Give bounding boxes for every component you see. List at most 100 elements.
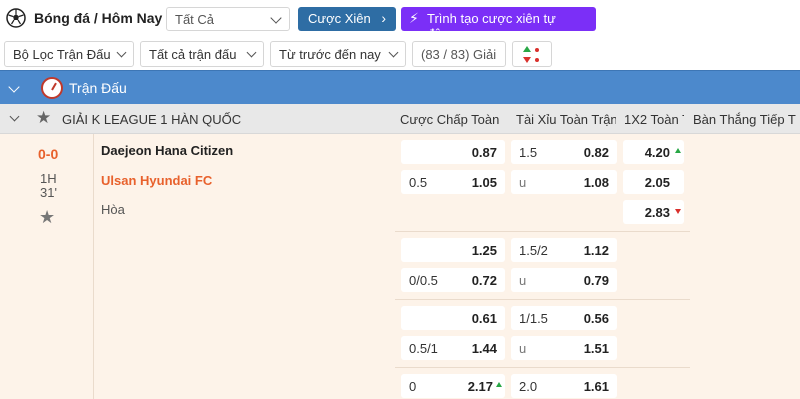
match-period: 1H — [40, 171, 57, 186]
odds-value: 2.05 — [644, 175, 670, 190]
chevron-down-icon — [246, 47, 257, 58]
parlay-button[interactable]: Cược Xiên › — [298, 7, 396, 31]
all-matches-label: Tất cả trận đấu — [149, 47, 237, 62]
odds-cell-under[interactable]: u 1.08 — [511, 170, 617, 194]
time-filter-label: Từ trước đến nay — [279, 47, 381, 62]
odds-down-arrow-icon — [675, 209, 681, 214]
odds-cell-over[interactable]: 1/1.5 0.56 — [511, 306, 617, 330]
odds-value: 0.79 — [583, 273, 609, 288]
odds-cell-1x2-home[interactable]: 4.20 — [623, 140, 684, 164]
under-label: u — [519, 273, 527, 288]
handicap-line: 0.5 — [409, 175, 428, 190]
parlay-builder-button[interactable]: ⚡ Trình tạo cược xiên tự động — [401, 7, 596, 41]
time-filter-select[interactable]: Từ trước đến nay — [270, 41, 406, 67]
sort-dot-icon — [535, 58, 539, 62]
chevron-down-icon — [270, 12, 282, 24]
odds-cell-under[interactable]: u 1.51 — [511, 336, 617, 360]
odds-value: 1.08 — [583, 175, 609, 190]
odds-cell-handicap-away[interactable]: 0.5 1.05 — [401, 170, 505, 194]
match-filter-label: Bộ Lọc Trận Đấu — [13, 47, 111, 62]
odds-cell-handicap-away[interactable]: 0.5/1 1.44 — [401, 336, 505, 360]
chevron-down-icon — [388, 47, 399, 58]
sport-filter-select[interactable]: Tất Cả — [166, 7, 290, 31]
odds-value: 1.25 — [471, 243, 497, 258]
odds-value: 0.72 — [471, 273, 497, 288]
match-filter-select[interactable]: Bộ Lọc Trận Đấu — [4, 41, 134, 67]
section-title: Trận Đấu — [69, 80, 127, 96]
odds-cell-over[interactable]: 2.0 1.61 — [511, 374, 617, 398]
match-status-column: 0-0 1H 31' ★ — [0, 134, 94, 399]
parlay-button-label: Cược Xiên — [308, 11, 371, 26]
total-line: 2.0 — [519, 379, 538, 394]
odds-cell-handicap-home[interactable]: 0.61 — [401, 306, 505, 330]
chevron-right-icon: › — [381, 10, 386, 26]
odds-cell-under[interactable]: u 0.79 — [511, 268, 617, 292]
odds-cell-handicap-home[interactable]: 1.25 — [401, 238, 505, 262]
under-label: u — [519, 175, 527, 190]
live-score: 0-0 — [38, 146, 59, 162]
odds-value: 0.87 — [471, 145, 497, 160]
league-count-label: (83 / 83) Giải — [421, 47, 497, 62]
home-team: Daejeon Hana Citizen — [101, 143, 234, 158]
odds-cell-1x2-away[interactable]: 2.05 — [623, 170, 684, 194]
collapse-icon[interactable] — [9, 111, 20, 122]
odds-value: 0.56 — [583, 311, 609, 326]
total-line: 1.5/2 — [519, 243, 548, 258]
sort-up-icon — [523, 46, 531, 52]
handicap-line: 0 — [409, 379, 417, 394]
odds-cell-handicap-away[interactable]: 0/0.5 0.72 — [401, 268, 505, 292]
odds-value: 1.12 — [583, 243, 609, 258]
odds-up-arrow-icon — [496, 382, 502, 387]
league-count-button[interactable]: (83 / 83) Giải — [412, 41, 506, 67]
odds-cell-handicap-home[interactable]: 0 2.17 — [401, 374, 505, 398]
odds-value: 4.20 — [644, 145, 670, 160]
row-divider — [395, 231, 690, 232]
away-team: Ulsan Hyundai FC — [101, 173, 213, 188]
col-overunder: Tài Xỉu Toàn Trận — [516, 112, 616, 127]
favorite-star-icon[interactable]: ★ — [39, 207, 55, 228]
soccer-ball-icon — [6, 8, 26, 28]
draw-label: Hòa — [101, 202, 125, 217]
odds-value: 1.05 — [471, 175, 497, 190]
total-line: 1.5 — [519, 145, 538, 160]
sort-dot-icon — [535, 48, 539, 52]
odds-value: 1.44 — [471, 341, 497, 356]
league-header: ★ GIẢI K LEAGUE 1 HÀN QUỐC Cược Chấp Toà… — [0, 104, 800, 134]
collapse-icon[interactable] — [8, 81, 20, 93]
row-divider — [395, 367, 690, 368]
odds-value: 0.61 — [471, 311, 497, 326]
top-bar: Bóng đá / Hôm Nay Tất Cả Cược Xiên › ⚡ T… — [0, 0, 800, 41]
odds-cell-1x2-draw[interactable]: 2.83 — [623, 200, 684, 224]
odds-value: 1.51 — [583, 341, 609, 356]
league-name: GIẢI K LEAGUE 1 HÀN QUỐC — [62, 112, 242, 127]
odds-value: 2.83 — [644, 205, 670, 220]
col-handicap: Cược Chấp Toàn Trận — [400, 112, 503, 127]
match-minute: 31' — [40, 185, 57, 200]
odds-cell-over[interactable]: 1.5/2 1.12 — [511, 238, 617, 262]
favorite-star-icon[interactable]: ★ — [36, 108, 51, 128]
odds-value: 2.17 — [467, 379, 493, 394]
filter-bar: Bộ Lọc Trận Đấu Tất cả trận đấu Từ trước… — [0, 38, 800, 70]
odds-value: 0.82 — [583, 145, 609, 160]
match-section-header[interactable]: Trận Đấu — [0, 70, 800, 104]
all-matches-select[interactable]: Tất cả trận đấu — [140, 41, 264, 67]
match-row: 0-0 1H 31' ★ Daejeon Hana Citizen Ulsan … — [0, 134, 800, 399]
col-next-goal: Bàn Thắng Tiếp Theo — [693, 112, 796, 127]
row-divider — [395, 299, 690, 300]
lightning-icon: ⚡ — [409, 10, 419, 26]
sport-filter-value: Tất Cả — [175, 12, 215, 27]
handicap-line: 0/0.5 — [409, 273, 438, 288]
under-label: u — [519, 341, 527, 356]
odds-cell-handicap-home[interactable]: 0.87 — [401, 140, 505, 164]
col-1x2: 1X2 Toàn Trận — [624, 112, 684, 127]
odds-cell-over[interactable]: 1.5 0.82 — [511, 140, 617, 164]
parlay-builder-label: Trình tạo cược xiên tự động — [427, 11, 556, 41]
sort-down-icon — [523, 57, 531, 63]
odds-up-arrow-icon — [675, 148, 681, 153]
chevron-down-icon — [116, 47, 127, 58]
handicap-line: 0.5/1 — [409, 341, 438, 356]
sort-button[interactable] — [512, 41, 552, 67]
total-line: 1/1.5 — [519, 311, 548, 326]
stopwatch-icon — [41, 77, 63, 99]
breadcrumb: Bóng đá / Hôm Nay — [34, 10, 163, 26]
